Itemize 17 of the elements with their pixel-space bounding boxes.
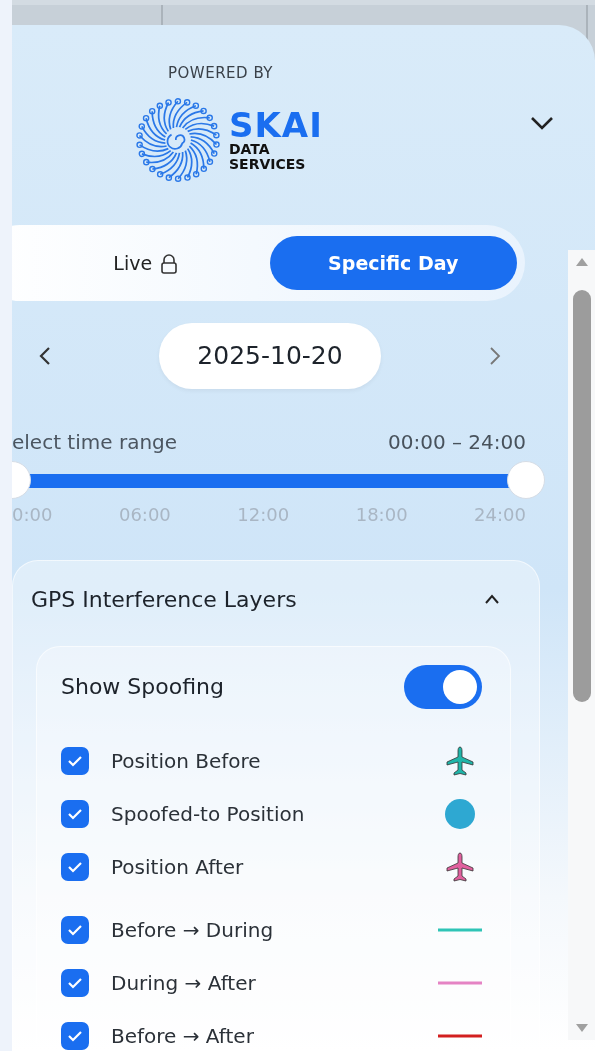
logo-subtitle: DATA xyxy=(229,142,271,157)
layer-label: Position Before xyxy=(111,748,261,775)
logo-name: SKAI xyxy=(229,108,323,143)
layer-label: Position After xyxy=(111,854,244,881)
layer-label: Spoofed-to Position xyxy=(111,801,305,828)
mode-tab[interactable]: Specific Day xyxy=(269,236,517,290)
time-range-value: 00:00 – 24:00 xyxy=(388,428,526,456)
time-range-label: elect time range xyxy=(12,428,178,456)
mode-tab[interactable]: Live xyxy=(22,236,270,290)
date-field[interactable]: 2025-10-20 xyxy=(159,323,381,389)
group-title: Show Spoofing xyxy=(61,673,224,701)
caption: POWERED BY xyxy=(168,63,273,84)
logo-subtitle: SERVICES xyxy=(229,157,307,172)
layer-label: Before → After xyxy=(111,1023,254,1050)
layer-label: Before → During xyxy=(111,917,274,944)
section-title: GPS Interference Layers xyxy=(31,585,297,614)
layer-label: During → After xyxy=(111,970,256,997)
